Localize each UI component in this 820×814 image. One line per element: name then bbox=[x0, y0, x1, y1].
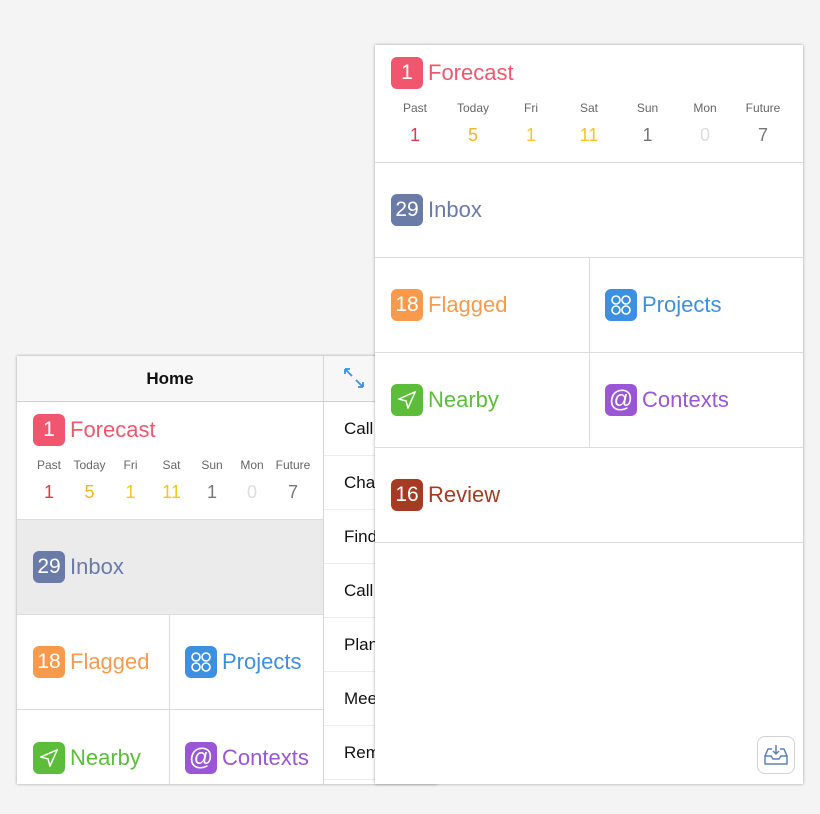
forecast-day-mon[interactable]: Mon 0 bbox=[676, 101, 734, 146]
expand-arrows-icon[interactable] bbox=[342, 366, 366, 390]
projects-label: Projects bbox=[222, 649, 302, 674]
projects-tile[interactable]: Projects bbox=[605, 258, 721, 352]
location-arrow-icon bbox=[33, 741, 65, 774]
forecast-days: Past 1 Today 5 Fri 1 Sat 11 Sun 1 Mon 0 Future… bbox=[387, 101, 792, 146]
forecast-count-badge: 1 bbox=[33, 414, 65, 446]
forecast-day-past[interactable]: Past 1 bbox=[29, 458, 69, 503]
contexts-tile[interactable]: @ Contexts bbox=[605, 353, 729, 447]
flagged-tile[interactable]: 18 Flagged bbox=[391, 258, 508, 352]
flagged-count-badge: 18 bbox=[391, 289, 423, 321]
forecast-day-sat[interactable]: Sat 11 bbox=[151, 458, 192, 503]
flagged-label: Flagged bbox=[428, 292, 508, 317]
forecast-days: Past 1 Today 5 Fri 1 Sat 11 Sun 1 Mon 0 Future… bbox=[29, 458, 314, 503]
forecast-day-fri[interactable]: Fri 1 bbox=[503, 101, 559, 146]
back-window: Home 1 Forecast Past 1 Today 5 Fri 1 Sat 11 … bbox=[17, 356, 437, 784]
forecast-label: Forecast bbox=[70, 417, 156, 442]
location-arrow-icon bbox=[391, 384, 423, 416]
forecast-day-future[interactable]: Future 7 bbox=[272, 458, 314, 503]
flagged-tile[interactable]: 18 Flagged bbox=[33, 615, 150, 709]
contexts-tile[interactable]: @ Contexts bbox=[185, 710, 309, 784]
forecast-day-sat[interactable]: Sat 11 bbox=[559, 101, 619, 146]
forecast-count-badge: 1 bbox=[391, 57, 423, 89]
home-header: Home bbox=[17, 356, 323, 402]
nearby-label: Nearby bbox=[428, 387, 499, 412]
inbox-count-badge: 29 bbox=[33, 551, 65, 583]
inbox-label: Inbox bbox=[428, 197, 482, 222]
flagged-projects-row: 18 Flagged Projects bbox=[375, 258, 803, 353]
inbox-label: Inbox bbox=[70, 554, 124, 579]
projects-circles-icon bbox=[605, 289, 637, 321]
home-sidebar: 1 Forecast Past 1 Today 5 Fri 1 Sat 11 Sun 1 … bbox=[17, 402, 323, 784]
review-row[interactable]: 16 Review bbox=[375, 448, 803, 543]
header-title: Home bbox=[146, 368, 194, 388]
forecast-day-today[interactable]: Today 5 bbox=[69, 458, 110, 503]
flagged-count-badge: 18 bbox=[33, 646, 65, 678]
inbox-tray-icon bbox=[764, 745, 788, 765]
projects-tile[interactable]: Projects bbox=[185, 615, 301, 709]
forecast-day-today[interactable]: Today 5 bbox=[443, 101, 503, 146]
nearby-label: Nearby bbox=[70, 744, 141, 770]
forecast-row[interactable]: 1 Forecast Past 1 Today 5 Fri 1 Sat 11 Sun 1 … bbox=[17, 402, 323, 520]
forecast-day-past[interactable]: Past 1 bbox=[387, 101, 443, 146]
nearby-contexts-row: Nearby @ Contexts bbox=[17, 710, 323, 784]
review-label: Review bbox=[428, 482, 501, 507]
inbox-count-badge: 29 bbox=[391, 194, 423, 226]
at-sign-icon: @ bbox=[605, 384, 637, 416]
review-count-badge: 16 bbox=[391, 479, 423, 511]
at-sign-icon: @ bbox=[185, 741, 217, 774]
inbox-row[interactable]: 29 Inbox bbox=[17, 520, 323, 615]
contexts-label: Contexts bbox=[642, 387, 729, 412]
inbox-row[interactable]: 29 Inbox bbox=[375, 163, 803, 258]
forecast-day-fri[interactable]: Fri 1 bbox=[110, 458, 151, 503]
forecast-day-future[interactable]: Future 7 bbox=[734, 101, 792, 146]
nearby-tile[interactable]: Nearby bbox=[391, 353, 499, 447]
nearby-contexts-row: Nearby @ Contexts bbox=[375, 353, 803, 448]
front-window: 1 Forecast Past 1 Today 5 Fri 1 Sat 11 Sun 1 … bbox=[375, 45, 803, 784]
forecast-label: Forecast bbox=[428, 60, 514, 85]
quick-entry-button[interactable] bbox=[757, 736, 795, 774]
forecast-day-mon[interactable]: Mon 0 bbox=[232, 458, 272, 503]
projects-label: Projects bbox=[642, 292, 722, 317]
contexts-label: Contexts bbox=[222, 744, 309, 770]
flagged-label: Flagged bbox=[70, 649, 150, 674]
projects-circles-icon bbox=[185, 646, 217, 678]
forecast-day-sun[interactable]: Sun 1 bbox=[619, 101, 676, 146]
nearby-tile[interactable]: Nearby bbox=[33, 710, 141, 784]
flagged-projects-row: 18 Flagged Projects bbox=[17, 615, 323, 710]
forecast-day-sun[interactable]: Sun 1 bbox=[192, 458, 232, 503]
forecast-row[interactable]: 1 Forecast Past 1 Today 5 Fri 1 Sat 11 Sun 1 … bbox=[375, 45, 803, 163]
